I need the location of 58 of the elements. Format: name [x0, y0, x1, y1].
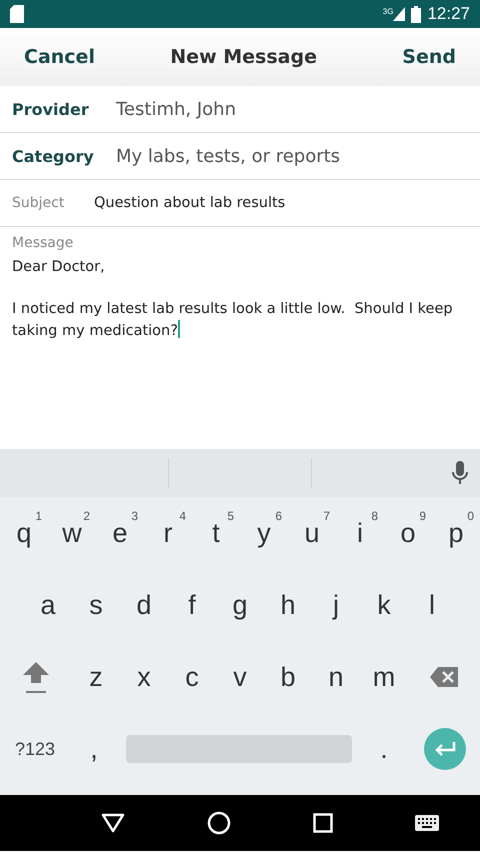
key[interactable]: s [72, 569, 120, 641]
microphone-icon[interactable] [452, 461, 468, 485]
key[interactable]: g [216, 569, 264, 641]
key[interactable]: x [120, 641, 168, 713]
message-label: Message [12, 235, 74, 251]
key[interactable]: f [168, 569, 216, 641]
key[interactable]: i 8 [336, 497, 384, 569]
send-button[interactable]: Send [402, 46, 456, 68]
key[interactable]: . [360, 713, 408, 785]
key-hint: 7 [323, 509, 330, 523]
recents-icon[interactable] [313, 813, 333, 833]
signal-icon [393, 7, 406, 21]
key[interactable]: l [408, 569, 456, 641]
message-text[interactable]: I noticed my latest lab results look a little low. Should I keep taking my medication? [12, 299, 468, 342]
key[interactable]: z [72, 641, 120, 713]
key[interactable]: a [24, 569, 72, 641]
key-hint: 3 [131, 509, 138, 523]
field-value[interactable]: Testimh, John [116, 98, 236, 120]
key[interactable]: c [168, 641, 216, 713]
key[interactable]: h [264, 569, 312, 641]
sd-card-icon [10, 5, 24, 23]
battery-icon [411, 6, 422, 22]
key[interactable]: d [120, 569, 168, 641]
keyboard-icon[interactable] [415, 815, 439, 831]
text-cursor [178, 320, 180, 338]
key[interactable]: v [216, 641, 264, 713]
key-hint: 8 [371, 509, 378, 523]
field-label: Subject [12, 195, 66, 211]
key[interactable]: r 4 [144, 497, 192, 569]
key-hint: 1 [35, 509, 42, 523]
screen-title: New Message [170, 46, 317, 68]
field-value[interactable]: My labs, tests, or reports [116, 146, 340, 166]
key[interactable]: n [312, 641, 360, 713]
clock: 12:27 [427, 4, 470, 24]
network-type: 3G [382, 7, 394, 16]
key-hint: 5 [227, 509, 234, 523]
key[interactable]: m [360, 641, 408, 713]
backspace-icon[interactable] [430, 667, 458, 687]
key-hint: 9 [419, 509, 426, 523]
symbols-key[interactable]: ?123 [0, 713, 70, 785]
key[interactable]: k [360, 569, 408, 641]
key-hint: 0 [467, 509, 474, 523]
key[interactable]: , [70, 713, 118, 785]
message-text[interactable]: Dear Doctor, [12, 257, 468, 278]
key[interactable]: t 5 [192, 497, 240, 569]
key[interactable]: b [264, 641, 312, 713]
key-hint: 2 [83, 509, 90, 523]
key-hint: 6 [275, 509, 282, 523]
enter-icon [434, 742, 456, 756]
home-icon[interactable] [207, 811, 231, 835]
key-hint: 4 [179, 509, 186, 523]
field-value[interactable]: Question about lab results [94, 195, 286, 211]
shift-icon[interactable] [21, 660, 51, 694]
cancel-button[interactable]: Cancel [24, 46, 95, 68]
back-icon[interactable] [101, 813, 125, 833]
key[interactable]: j [312, 569, 360, 641]
field-label: Provider [12, 100, 90, 118]
field-label: Category [12, 146, 95, 166]
